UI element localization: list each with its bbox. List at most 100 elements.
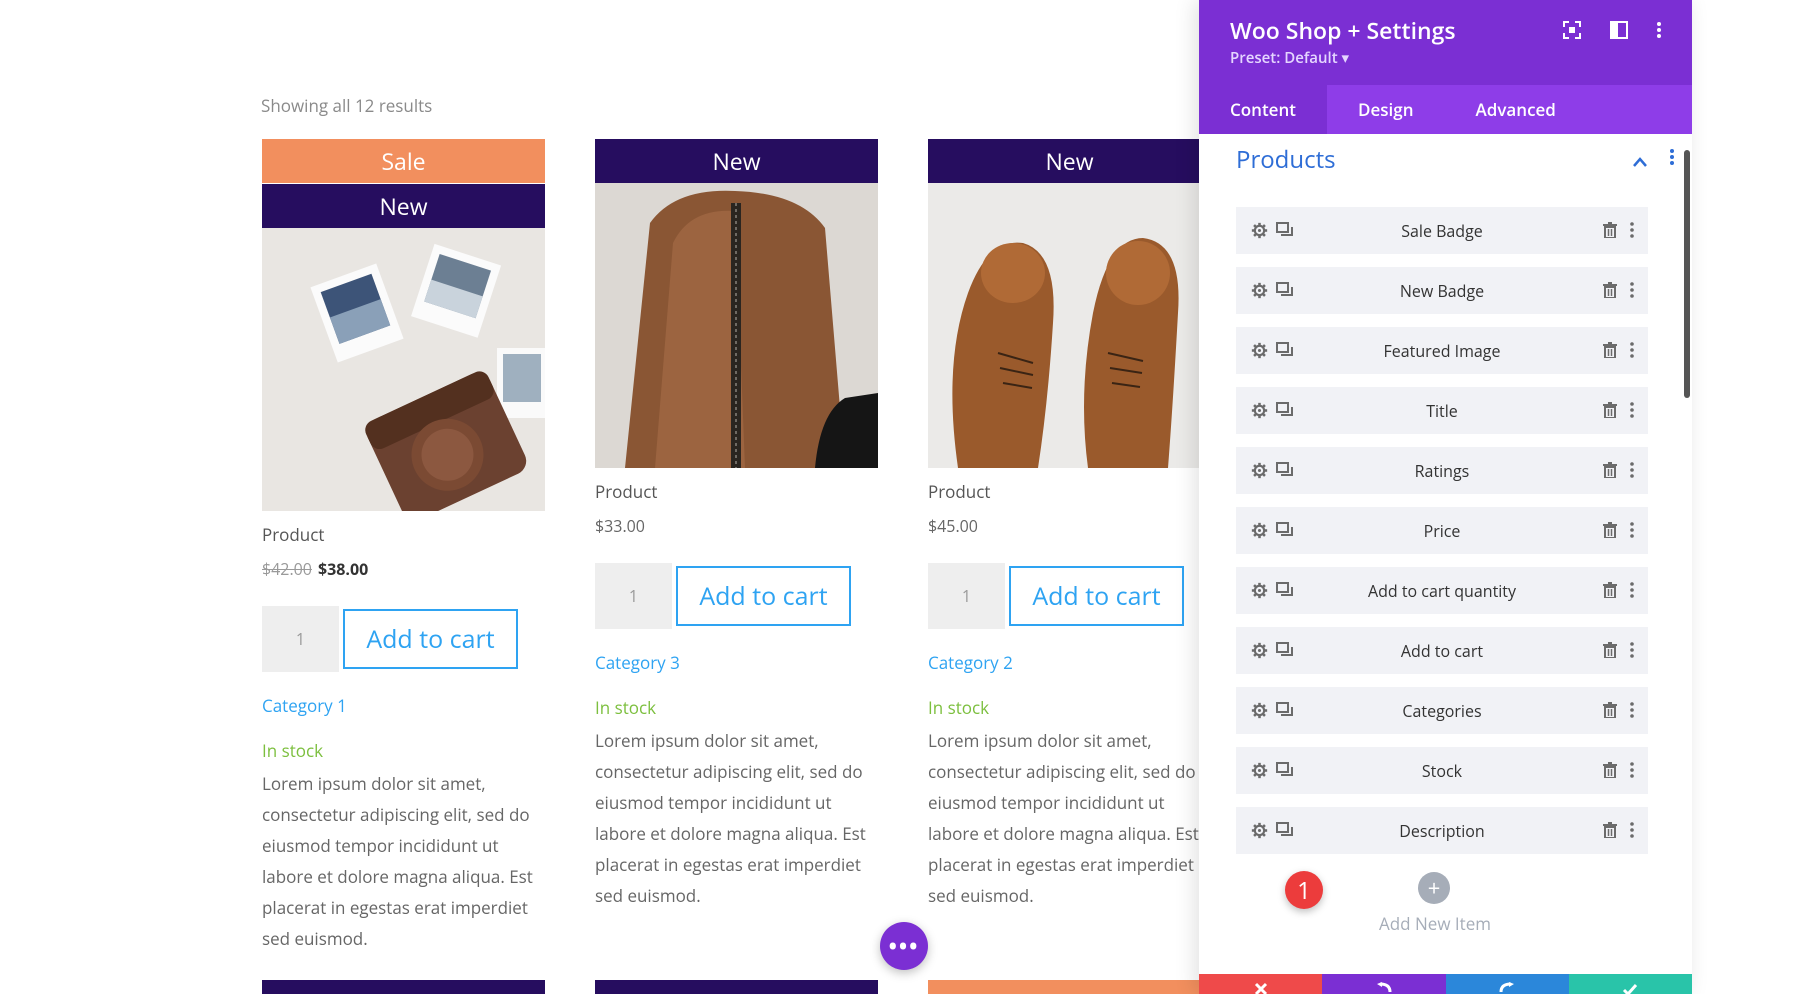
kebab-menu-icon[interactable] <box>1621 819 1643 841</box>
settings-panel: Woo Shop + Settings Preset: Default ▾ Co… <box>1199 0 1692 994</box>
preset-dropdown[interactable]: Preset: Default ▾ <box>1230 48 1349 68</box>
list-item-label: Title <box>1426 399 1458 422</box>
sale-badge: Sale <box>262 139 545 183</box>
product-category-link[interactable]: Category 3 <box>595 651 878 674</box>
kebab-menu-icon[interactable] <box>1621 399 1643 421</box>
section-options-icon[interactable] <box>1669 148 1675 172</box>
list-item-label: Stock <box>1421 759 1463 782</box>
list-item[interactable]: Add to cart <box>1236 627 1648 674</box>
trash-icon[interactable] <box>1599 579 1621 601</box>
product-description: Lorem ipsum dolor sit amet, consectetur … <box>928 729 1199 907</box>
product-category-link[interactable]: Category 2 <box>928 651 1211 674</box>
kebab-menu-icon[interactable] <box>1621 519 1643 541</box>
kebab-menu-icon[interactable] <box>1621 339 1643 361</box>
undo-icon <box>1376 982 1392 993</box>
product-title[interactable]: Product <box>928 480 1211 503</box>
check-icon <box>1623 984 1638 994</box>
list-item[interactable]: Categories <box>1236 687 1648 734</box>
add-to-cart-button[interactable]: Add to cart <box>343 609 518 669</box>
product-card: New Product $45.00 1 Add to cart Categor… <box>928 139 1211 911</box>
add-to-cart-button[interactable]: Add to cart <box>1009 566 1184 626</box>
leather-bag-image <box>595 183 878 468</box>
product-card: Sale New Product $42.00 $38.00 1 Add to c… <box>262 139 545 954</box>
list-item[interactable]: Price <box>1236 507 1648 554</box>
save-button[interactable] <box>1568 974 1692 994</box>
kebab-menu-icon[interactable] <box>1621 459 1643 481</box>
more-options-button[interactable]: ••• <box>880 922 928 970</box>
add-to-cart-button[interactable]: Add to cart <box>676 566 851 626</box>
quantity-input[interactable]: 1 <box>595 563 672 629</box>
cancel-button[interactable] <box>1199 974 1323 994</box>
new-badge: New <box>595 139 878 183</box>
kebab-menu-icon[interactable] <box>1621 279 1643 301</box>
list-item[interactable]: Featured Image <box>1236 327 1648 374</box>
kebab-menu-icon[interactable] <box>1621 579 1643 601</box>
kebab-menu-icon[interactable] <box>1621 759 1643 781</box>
product-title[interactable]: Product <box>595 480 878 503</box>
trash-icon[interactable] <box>1599 219 1621 241</box>
trash-icon[interactable] <box>1599 459 1621 481</box>
cart-row: 1 Add to cart <box>928 563 1211 629</box>
tab-design[interactable]: Design <box>1327 85 1445 134</box>
product-description: Lorem ipsum dolor sit amet, consectetur … <box>595 729 866 907</box>
trash-icon[interactable] <box>1599 819 1621 841</box>
quantity-input[interactable]: 1 <box>928 563 1005 629</box>
list-item[interactable]: Stock <box>1236 747 1648 794</box>
product-image[interactable] <box>262 228 545 511</box>
trash-icon[interactable] <box>1599 519 1621 541</box>
list-item-label: Sale Badge <box>1401 219 1483 242</box>
kebab-menu-icon[interactable] <box>1621 639 1643 661</box>
tab-content[interactable]: Content <box>1199 85 1327 134</box>
product-element-list: Sale Badge New Badge Featured Image Title Ra… <box>1236 207 1648 867</box>
fullscreen-icon[interactable] <box>1560 18 1584 42</box>
split-view-icon[interactable] <box>1607 18 1631 42</box>
kebab-menu-icon[interactable] <box>1621 699 1643 721</box>
list-item-label: Description <box>1399 819 1485 842</box>
undo-button[interactable] <box>1322 974 1446 994</box>
product-category-link[interactable]: Category 1 <box>262 694 545 717</box>
kebab-menu-icon[interactable] <box>1621 219 1643 241</box>
panel-scrollbar[interactable] <box>1684 150 1690 398</box>
trash-icon[interactable] <box>1599 399 1621 421</box>
list-item-label: Ratings <box>1414 459 1470 482</box>
next-row-badge <box>262 980 545 994</box>
section-title[interactable]: Products <box>1236 143 1336 176</box>
quantity-input[interactable]: 1 <box>262 606 339 672</box>
sale-price: $38.00 <box>317 558 369 580</box>
product-title[interactable]: Product <box>262 523 545 546</box>
trash-icon[interactable] <box>1599 639 1621 661</box>
stock-status: In stock <box>262 739 324 762</box>
trash-icon[interactable] <box>1599 699 1621 721</box>
add-new-item-link[interactable]: Add New Item <box>1350 912 1520 935</box>
list-item[interactable]: Add to cart quantity <box>1236 567 1648 614</box>
list-item[interactable]: New Badge <box>1236 267 1648 314</box>
panel-header: Woo Shop + Settings Preset: Default ▾ <box>1199 0 1692 85</box>
add-item-plus-icon[interactable]: + <box>1418 872 1450 904</box>
list-item[interactable]: Description <box>1236 807 1648 854</box>
product-price: $33.00 <box>595 515 878 537</box>
panel-tabs: Content Design Advanced <box>1199 85 1692 134</box>
product-image[interactable] <box>928 183 1211 468</box>
list-item[interactable]: Sale Badge <box>1236 207 1648 254</box>
list-item[interactable]: Title <box>1236 387 1648 434</box>
tab-advanced[interactable]: Advanced <box>1445 85 1587 134</box>
list-item-label: Categories <box>1402 699 1482 722</box>
kebab-menu-icon[interactable] <box>1647 18 1671 42</box>
camera-photo-image <box>262 228 545 511</box>
notification-badge: 1 <box>1285 871 1323 909</box>
list-item-label: Add to cart <box>1400 639 1484 662</box>
collapse-chevron-icon[interactable] <box>1632 150 1648 174</box>
list-item-label: Price <box>1423 519 1461 542</box>
product-price: $42.00 $38.00 <box>262 558 545 580</box>
leather-shoes-image <box>928 183 1211 468</box>
product-card: New Product $33.00 1 Add to cart Categor… <box>595 139 878 911</box>
trash-icon[interactable] <box>1599 339 1621 361</box>
redo-button[interactable] <box>1445 974 1569 994</box>
product-description: Lorem ipsum dolor sit amet, consectetur … <box>262 772 533 950</box>
trash-icon[interactable] <box>1599 759 1621 781</box>
list-item[interactable]: Ratings <box>1236 447 1648 494</box>
next-row-badge <box>928 980 1211 994</box>
list-item-label: Add to cart quantity <box>1367 579 1517 602</box>
product-image[interactable] <box>595 183 878 468</box>
trash-icon[interactable] <box>1599 279 1621 301</box>
